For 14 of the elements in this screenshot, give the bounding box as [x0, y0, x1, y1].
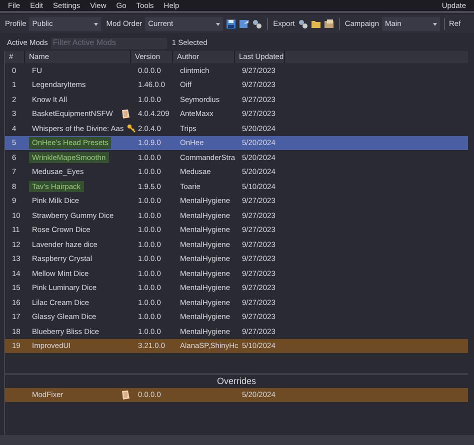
gears-icon[interactable]	[252, 19, 262, 29]
caret-icon	[433, 22, 437, 26]
package-icon[interactable]	[324, 19, 334, 29]
note-icon	[121, 109, 130, 119]
folder-icon[interactable]	[310, 19, 321, 29]
caret-icon	[216, 22, 220, 26]
caret-icon	[94, 22, 98, 26]
save-as-icon[interactable]	[239, 19, 250, 29]
save-icon[interactable]	[226, 19, 236, 29]
section-title: Overrides	[216, 375, 257, 387]
gears-icon[interactable]	[298, 19, 308, 29]
filter-field[interactable]: Filter Active Mods	[50, 38, 167, 48]
key-icon	[126, 124, 136, 133]
note-icon	[121, 390, 130, 400]
